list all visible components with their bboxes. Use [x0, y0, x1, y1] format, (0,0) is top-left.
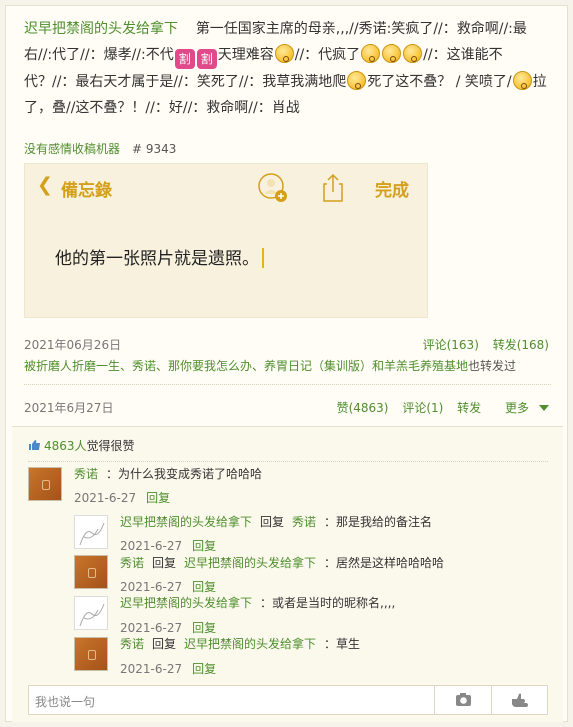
comment-item: 迟早把禁阁的头发给拿下 回复 秀诺 ：那是我给的备注名 [120, 513, 432, 530]
sketch-avatar-icon [79, 522, 105, 546]
note-back-label: 備忘錄 [61, 181, 112, 201]
post-text-e: 死了这不叠？ / 笑喷了/ [367, 74, 512, 90]
comment-input[interactable]: 我也说一句 [28, 685, 548, 715]
avatar[interactable] [28, 467, 62, 501]
pout-emoji-icon [512, 71, 532, 90]
post-card: 迟早把禁阁的头发给拿下 第一任国家主席的母亲,,,//秀诺:笑疯了//：救命啊/… [5, 5, 568, 722]
reply-link[interactable]: 回复 [192, 580, 216, 594]
comment-date: 2021-6-27 [74, 491, 137, 505]
repost-forward-link[interactable]: 转发(168) [493, 338, 549, 352]
forwarded-by: 被折磨人折磨一生、秀诺、那你要我怎么办、养胃日记（集训版）和羊羔毛养殖基地也转发… [24, 357, 516, 374]
chevron-down-icon [539, 405, 549, 411]
source-number: # 9343 [132, 142, 177, 156]
surprised-emoji-icon [403, 44, 423, 63]
camera-button[interactable] [434, 686, 491, 714]
comment-text: ：或者是当时的昵称名,,,, [260, 596, 396, 610]
post-body: 迟早把禁阁的头发给拿下 第一任国家主席的母亲,,,//秀诺:笑疯了//：救命啊/… [24, 16, 554, 121]
comment-target[interactable]: 秀诺 [292, 515, 316, 529]
like-link[interactable]: 赞(4863) [337, 401, 389, 415]
comments-section: 4863人觉得很赞 秀诺 ：为什么我变成秀诺了哈哈哈 2021-6-27 回复 迟早… [12, 426, 563, 722]
source-name-link[interactable]: 没有感情收稿机器 [24, 142, 120, 156]
avatar[interactable] [74, 637, 108, 671]
thumb-up-icon [29, 440, 40, 450]
post-source: 没有感情收稿机器 # 9343 [24, 140, 176, 157]
post-image-note[interactable]: ❮ 備忘錄 完成 他的第一张照片就是遗照。 [24, 163, 428, 318]
comment-target[interactable]: 迟早把禁阁的头发给拿下 [184, 637, 316, 651]
comment-meta: 2021-6-27 回复 [120, 660, 216, 677]
comment-text: ：居然是这样哈哈哈哈 [324, 556, 445, 570]
camera-icon [456, 693, 471, 706]
comment-author[interactable]: 迟早把禁阁的头发给拿下 [120, 515, 252, 529]
comment-text: ：草生 [324, 637, 361, 651]
sketch-avatar-icon [79, 603, 105, 627]
comment-date: 2021-6-27 [120, 580, 183, 594]
avatar[interactable] [74, 596, 108, 630]
repost-comment-link[interactable]: 评论(163) [423, 338, 479, 352]
comment-item: 秀诺 ：为什么我变成秀诺了哈哈哈 [74, 465, 262, 482]
comment-meta: 2021-6-27 回复 [120, 619, 216, 636]
avatar[interactable] [74, 555, 108, 589]
reply-link[interactable]: 回复 [192, 662, 216, 676]
comment-date: 2021-6-27 [120, 662, 183, 676]
divider [24, 384, 551, 385]
forwarded-by-suffix: 也转发过 [468, 359, 517, 373]
repost-meta: 2021年06月26日 评论(163) 转发(168) [24, 336, 549, 353]
reply-link[interactable]: 回复 [146, 491, 170, 505]
comment-item: 迟早把禁阁的头发给拿下 ：或者是当时的昵称名,,,, [120, 594, 395, 611]
post-date: 2021年6月27日 [24, 401, 114, 415]
share-icon [323, 173, 343, 202]
hand-point-icon [512, 693, 528, 707]
reply-link[interactable]: 回复 [192, 539, 216, 553]
forward-link[interactable]: 转发 [457, 401, 481, 415]
cut-emoji-icon: 割 [174, 49, 195, 69]
avatar-figure [88, 568, 96, 578]
comment-reply-word: 回复 [152, 637, 177, 651]
avatar-figure [42, 480, 50, 490]
chevron-left-icon: ❮ [37, 174, 53, 196]
avatar-figure [88, 650, 96, 660]
comment-author[interactable]: 秀诺 [120, 637, 144, 651]
cut-emoji-icon: 割 [196, 49, 217, 69]
divider [28, 461, 548, 462]
comment-input-placeholder: 我也说一句 [35, 695, 96, 709]
comment-date: 2021-6-27 [120, 539, 183, 553]
post-text-b: 天理难容 [217, 47, 274, 63]
comment-meta: 2021-6-27 回复 [120, 537, 216, 554]
forwarded-by-names[interactable]: 被折磨人折磨一生、秀诺、那你要我怎么办、养胃日记（集训版）和羊羔毛养殖基地 [24, 359, 468, 373]
likes-suffix: 觉得很赞 [86, 439, 135, 453]
comment-reply-word: 回复 [152, 556, 177, 570]
reply-link[interactable]: 回复 [192, 621, 216, 635]
post-text-c: //：代疯了 [294, 47, 361, 63]
comment-date: 2021-6-27 [120, 621, 183, 635]
add-contact-icon [258, 173, 287, 202]
comment-author[interactable]: 秀诺 [120, 556, 144, 570]
comment-item: 秀诺 回复 迟早把禁阁的头发给拿下 ：居然是这样哈哈哈哈 [120, 554, 444, 571]
surprised-emoji-icon [274, 44, 294, 63]
comment-author[interactable]: 秀诺 [74, 467, 98, 481]
more-link[interactable]: 更多 [495, 401, 549, 415]
hand-button[interactable] [491, 686, 548, 714]
surprised-emoji-icon [361, 44, 381, 63]
likes-count[interactable]: 4863人 [44, 439, 87, 453]
comment-link[interactable]: 评论(1) [402, 401, 443, 415]
comment-text: ：为什么我变成秀诺了哈哈哈 [106, 467, 263, 481]
note-done-label: 完成 [375, 181, 409, 201]
avatar[interactable] [74, 515, 108, 549]
likes-summary: 4863人觉得很赞 [28, 437, 135, 454]
comment-meta: 2021-6-27 回复 [120, 578, 216, 595]
post-author-link[interactable]: 迟早把禁阁的头发给拿下 [24, 21, 178, 37]
note-text: 他的第一张照片就是遗照。 [55, 244, 264, 269]
pout-emoji-icon [347, 71, 367, 90]
comment-target[interactable]: 迟早把禁阁的头发给拿下 [184, 556, 316, 570]
text-caret [262, 248, 264, 268]
comment-meta: 2021-6-27 回复 [74, 489, 170, 506]
comment-reply-word: 回复 [260, 515, 285, 529]
comment-author[interactable]: 迟早把禁阁的头发给拿下 [120, 596, 252, 610]
surprised-emoji-icon [382, 44, 402, 63]
comment-text: ：那是我给的备注名 [324, 515, 433, 529]
action-bar: 2021年6月27日 赞(4863) 评论(1) 转发 更多 [24, 399, 549, 416]
comment-item: 秀诺 回复 迟早把禁阁的头发给拿下 ：草生 [120, 635, 360, 652]
repost-date: 2021年06月26日 [24, 338, 122, 352]
